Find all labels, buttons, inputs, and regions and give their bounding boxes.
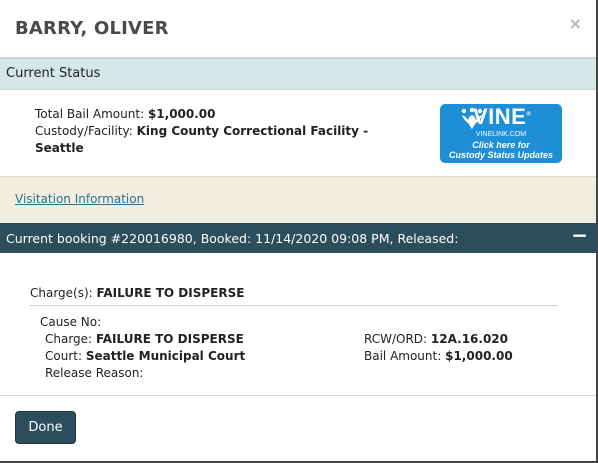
booking-details-modal: BARRY, OLIVER × Current Status Total Bai…	[0, 0, 598, 463]
current-booking-title: Current booking #220016980, Booked: 11/1…	[6, 231, 459, 246]
visitation-panel: Visitation Information	[0, 176, 596, 223]
bail-amount-row: Bail Amount: $1,000.00	[364, 348, 513, 365]
court-value: Seattle Municipal Court	[85, 349, 246, 363]
done-button[interactable]: Done	[15, 411, 76, 444]
current-booking-header[interactable]: Current booking #220016980, Booked: 11/1…	[0, 223, 596, 253]
current-status-details: Total Bail Amount: $1,000.00 Custody/Fac…	[35, 106, 368, 157]
cause-no-label: Cause No:	[40, 315, 102, 329]
bail-amount-label: Bail Amount:	[364, 349, 442, 363]
inmate-name-title: BARRY, OLIVER	[15, 18, 169, 39]
collapse-icon[interactable]: −	[571, 224, 588, 246]
close-icon[interactable]: ×	[569, 14, 582, 33]
custody-facility-label: Custody/Facility:	[35, 124, 133, 138]
bail-amount-value: $1,000.00	[445, 349, 513, 363]
charges-divider	[30, 305, 558, 306]
total-bail-label: Total Bail Amount:	[35, 107, 145, 121]
visitation-information-link[interactable]: Visitation Information	[15, 192, 144, 206]
current-status-label: Current Status	[6, 66, 101, 81]
total-bail-value: $1,000.00	[147, 107, 216, 121]
vine-cta-line1: Click here for	[472, 140, 530, 150]
total-bail-row: Total Bail Amount: $1,000.00	[35, 106, 368, 123]
charges-summary: Charge(s): FAILURE TO DISPERSE	[30, 286, 244, 300]
current-status-header: Current Status	[0, 58, 596, 90]
footer-divider	[0, 395, 596, 396]
custody-facility-value-cont: Seattle	[35, 141, 84, 155]
custody-facility-row-2: Seattle	[35, 140, 368, 157]
rcw-value: 12A.16.020	[430, 332, 508, 346]
charge-details-left: Cause No: Charge: FAILURE TO DISPERSE Co…	[40, 314, 245, 382]
charges-label: Charge(s):	[30, 286, 93, 300]
custody-facility-row: Custody/Facility: King County Correction…	[35, 123, 368, 140]
court-row: Court: Seattle Municipal Court	[40, 348, 245, 365]
charges-value: FAILURE TO DISPERSE	[96, 286, 245, 300]
charge-details-right: RCW/ORD: 12A.16.020 Bail Amount: $1,000.…	[364, 331, 513, 365]
modal-header: BARRY, OLIVER ×	[0, 0, 596, 58]
release-reason-label: Release Reason:	[45, 366, 144, 380]
charge-value: FAILURE TO DISPERSE	[95, 332, 244, 346]
rcw-row: RCW/ORD: 12A.16.020	[364, 331, 513, 348]
vine-site-text: VINELINK.COM	[475, 131, 527, 138]
vine-brand-text: VINE®	[473, 104, 532, 129]
court-label: Court:	[45, 349, 83, 363]
charge-row: Charge: FAILURE TO DISPERSE	[40, 331, 245, 348]
cause-no-row: Cause No:	[40, 314, 245, 331]
charge-label: Charge:	[45, 332, 93, 346]
vine-custody-updates-button[interactable]: VINE® VINELINK.COM Click here for Custod…	[440, 104, 562, 163]
custody-facility-value: King County Correctional Facility -	[136, 124, 369, 138]
release-reason-row: Release Reason:	[40, 365, 245, 382]
vine-cta-line2: Custody Status Updates	[448, 150, 553, 160]
rcw-label: RCW/ORD:	[364, 332, 428, 346]
